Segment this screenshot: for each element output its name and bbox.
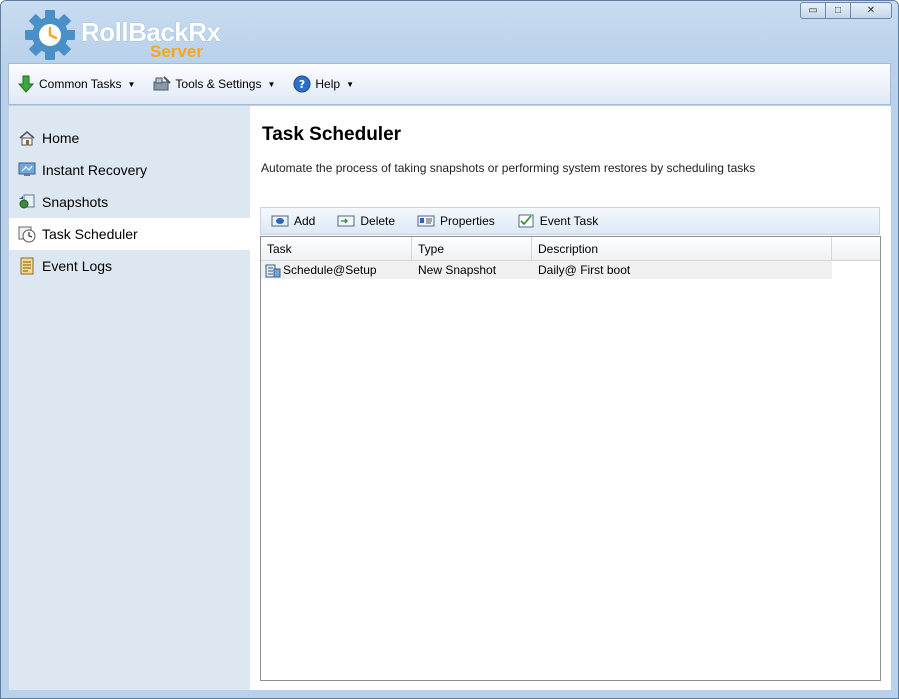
table-row[interactable]: Schedule@Setup New Snapshot Daily@ First… [261, 261, 832, 279]
page-title: Task Scheduler [262, 124, 402, 145]
column-header-description[interactable]: Description [532, 237, 832, 261]
minimize-button[interactable]: ▭ [800, 2, 826, 19]
task-toolbar: Add Delete Properties Event Task [260, 207, 880, 235]
help-icon: ? [293, 75, 311, 93]
minimize-icon: ▭ [808, 5, 818, 16]
sidebar-item-label: Snapshots [42, 194, 109, 210]
menu-tools-settings[interactable]: Tools & Settings ▼ [153, 75, 275, 93]
logo-subtitle: Server [150, 42, 203, 61]
properties-button[interactable]: Properties [417, 214, 495, 228]
event-task-button[interactable]: Event Task [517, 214, 598, 228]
event-task-label: Event Task [539, 214, 599, 228]
menu-common-tasks[interactable]: Common Tasks ▼ [17, 75, 135, 93]
chevron-down-icon: ▼ [267, 79, 276, 89]
svg-text:?: ? [299, 78, 305, 91]
description-cell: Daily@ First boot [538, 263, 631, 277]
type-cell: New Snapshot [418, 263, 497, 277]
task-name: Schedule@Setup [283, 263, 377, 277]
page-description: Automate the process of taking snapshots… [261, 161, 756, 175]
menu-bar: Common Tasks ▼ Tools & Settings ▼ ? Help… [8, 63, 891, 105]
event-log-icon [17, 256, 37, 276]
delete-label: Delete [360, 214, 396, 228]
task-table: Task Type Description Schedule@Setup New… [260, 236, 881, 681]
sidebar-item-label: Event Logs [42, 258, 113, 274]
green-down-arrow-icon [17, 75, 35, 93]
sidebar: Home Instant Recovery Snapshots Task Sch… [9, 106, 250, 690]
sidebar-item-instant-recovery[interactable]: Instant Recovery [9, 154, 250, 186]
chevron-down-icon: ▼ [127, 79, 136, 89]
task-cell: Schedule@Setup [261, 261, 412, 279]
sidebar-item-label: Task Scheduler [42, 226, 138, 242]
column-header-filler [832, 237, 880, 261]
column-header-task[interactable]: Task [261, 237, 412, 261]
scheduler-clock-icon [17, 224, 37, 244]
rollbackrx-logo: RollBackRx Server [23, 9, 221, 63]
recovery-monitor-icon [17, 160, 37, 180]
sidebar-item-label: Instant Recovery [42, 162, 148, 178]
app-window: RollBackRx Server ▭ □ ✕ Common Tasks ▼ T… [0, 0, 899, 699]
window-controls: ▭ □ ✕ [800, 2, 892, 20]
schedule-task-icon [265, 264, 281, 278]
properties-icon [417, 214, 435, 228]
sidebar-item-event-logs[interactable]: Event Logs [9, 250, 250, 282]
gear-icon [25, 10, 75, 60]
maximize-icon: □ [834, 5, 842, 16]
menu-help[interactable]: ? Help ▼ [293, 75, 354, 93]
close-button[interactable]: ✕ [850, 2, 892, 19]
menu-label: Help [315, 77, 341, 91]
home-icon [17, 128, 37, 148]
snapshots-icon [17, 192, 37, 212]
add-task-icon [271, 214, 289, 228]
sidebar-item-home[interactable]: Home [9, 122, 250, 154]
sidebar-item-task-scheduler[interactable]: Task Scheduler [9, 218, 250, 250]
add-label: Add [294, 214, 316, 228]
column-header-type[interactable]: Type [412, 237, 532, 261]
menu-label: Tools & Settings [175, 77, 262, 91]
menu-label: Common Tasks [39, 77, 122, 91]
chevron-down-icon: ▼ [346, 79, 354, 89]
properties-label: Properties [440, 214, 495, 228]
tools-icon [153, 75, 172, 93]
sidebar-item-snapshots[interactable]: Snapshots [9, 186, 250, 218]
close-icon: ✕ [866, 5, 876, 16]
sidebar-item-label: Home [42, 130, 80, 146]
title-bar: RollBackRx Server ▭ □ ✕ [1, 1, 898, 63]
event-task-check-icon [517, 214, 535, 228]
table-header: Task Type Description [261, 237, 880, 261]
delete-task-icon [337, 214, 355, 228]
delete-button[interactable]: Delete [337, 214, 395, 228]
maximize-button[interactable]: □ [825, 2, 851, 19]
main-content: Task Scheduler Automate the process of t… [250, 106, 891, 690]
add-button[interactable]: Add [271, 214, 315, 228]
